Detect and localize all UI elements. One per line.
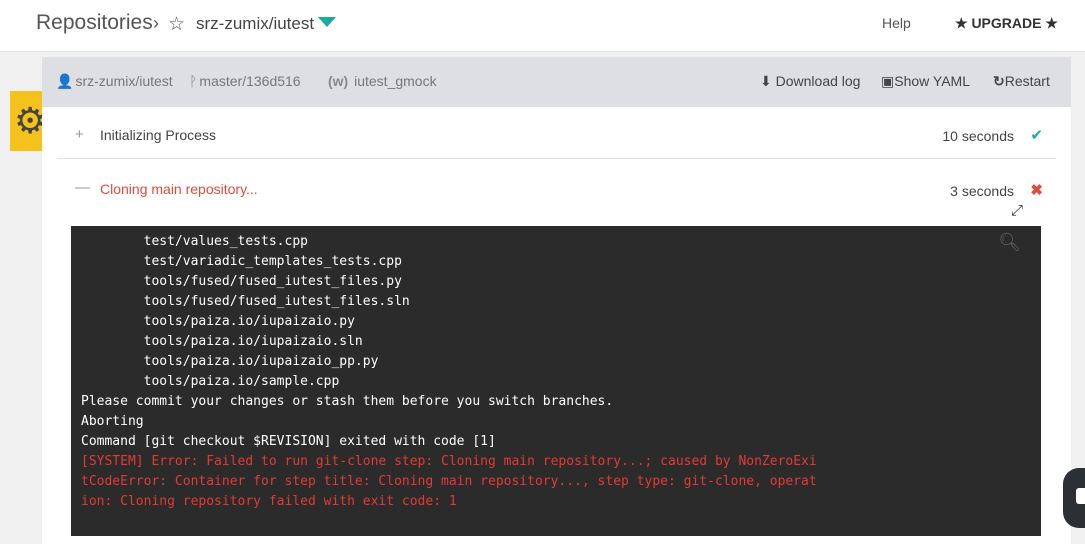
file-code-icon: ▣: [881, 73, 895, 89]
breadcrumb-repo-name[interactable]: srz-zumix/iutest: [196, 14, 314, 34]
expand-icon[interactable]: ⤢: [1011, 202, 1023, 219]
branch-info-label: master/136d516: [199, 73, 301, 89]
log-terminal[interactable]: 🔍︎ test/values_tests.cpp test/variadic_t…: [71, 226, 1041, 536]
repo-info[interactable]: 👤 srz-zumix/iutest: [56, 73, 173, 90]
branch-info[interactable]: ᚹ master/136d516: [189, 73, 301, 89]
step-duration: 10 seconds: [942, 128, 1014, 144]
star-outline-icon[interactable]: ☆: [168, 13, 185, 36]
check-icon: ✔: [1030, 127, 1043, 144]
x-icon: ✖: [1030, 182, 1043, 199]
log-line: tools/paiza.io/sample.cpp: [81, 374, 340, 389]
step-cloning-main-repository[interactable]: — Cloning main repository... 3 seconds ✖: [57, 160, 1056, 212]
show-yaml-label: Show YAML: [894, 73, 970, 89]
log-line: Command [git checkout $REVISION] exited …: [81, 434, 496, 449]
caret-down-icon[interactable]: [318, 17, 336, 27]
log-line: Aborting: [81, 414, 144, 429]
log-line: tools/paiza.io/iupaizaio.py: [81, 314, 355, 329]
chat-icon: [1076, 488, 1085, 504]
repo-info-label: srz-zumix/iutest: [75, 73, 173, 89]
search-icon[interactable]: 🔍︎: [998, 232, 1021, 253]
help-link[interactable]: Help: [882, 15, 911, 31]
breadcrumb-repositories-link[interactable]: Repositories: [36, 11, 153, 35]
collapse-step-toggle[interactable]: —: [75, 179, 90, 196]
log-line-error: ion: Cloning repository failed with exit…: [81, 494, 457, 509]
log-line: Please commit your changes or stash them…: [81, 394, 614, 409]
step-title: Cloning main repository...: [100, 181, 258, 197]
download-icon: ⬇: [760, 73, 772, 89]
log-line: tools/fused/fused_iutest_files.py: [81, 274, 402, 289]
breadcrumb-separator: ›: [153, 13, 159, 33]
top-bar: Repositories › ☆ srz-zumix/iutest Help ★…: [0, 0, 1085, 52]
show-yaml-button[interactable]: ▣Show YAML: [881, 73, 970, 90]
build-panel: 👤 srz-zumix/iutest ᚹ master/136d516 (w) iu…: [42, 57, 1071, 544]
log-line: test/values_tests.cpp: [81, 234, 308, 249]
upgrade-button[interactable]: ★ UPGRADE ★: [955, 15, 1058, 32]
download-log-label: Download log: [775, 73, 861, 89]
log-line: tools/fused/fused_iutest_files.sln: [81, 294, 410, 309]
log-line: tools/paiza.io/iupaizaio.sln: [81, 334, 363, 349]
user-icon: 👤: [56, 73, 74, 89]
step-duration: 3 seconds: [950, 183, 1014, 199]
log-line-error: [SYSTEM] Error: Failed to run git-clone …: [81, 454, 817, 469]
pipeline-info-label: iutest_gmock: [354, 73, 437, 89]
log-line: tools/paiza.io/iupaizaio_pp.py: [81, 354, 379, 369]
expand-step-toggle[interactable]: +: [75, 126, 84, 143]
branch-icon: ᚹ: [189, 73, 198, 89]
restart-button[interactable]: ↻Restart: [993, 73, 1050, 90]
log-lines: test/values_tests.cpp test/variadic_temp…: [81, 232, 817, 512]
pipeline-icon: (w): [328, 73, 349, 89]
pipeline-info[interactable]: (w) iutest_gmock: [328, 73, 437, 89]
build-info-bar: 👤 srz-zumix/iutest ᚹ master/136d516 (w) iu…: [42, 57, 1071, 107]
step-initializing-process[interactable]: + Initializing Process 10 seconds ✔: [57, 107, 1056, 159]
download-log-button[interactable]: ⬇ Download log: [760, 73, 860, 90]
log-line-error: tCodeError: Container for step title: Cl…: [81, 474, 817, 489]
step-title: Initializing Process: [100, 127, 216, 143]
restart-label: Restart: [1004, 73, 1050, 89]
log-line: test/variadic_templates_tests.cpp: [81, 254, 402, 269]
restart-icon: ↻: [993, 73, 1005, 89]
